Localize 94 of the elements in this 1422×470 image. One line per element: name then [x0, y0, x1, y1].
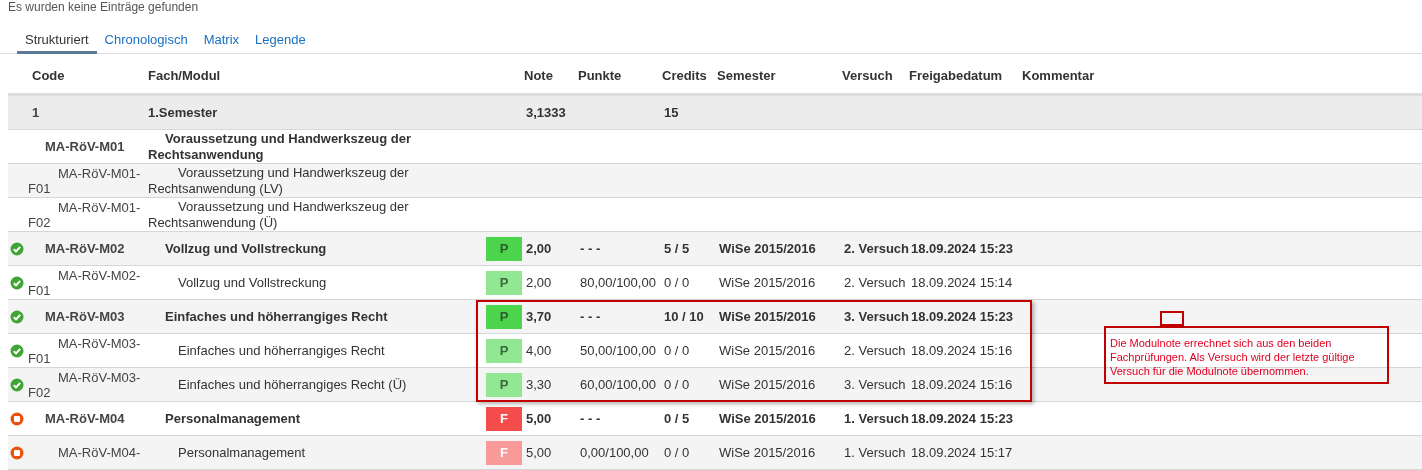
table-cell: 15 — [664, 104, 679, 120]
table-cell: 10 / 10 — [664, 308, 704, 324]
column-header: Punkte — [578, 67, 622, 83]
table-cell: 2,00 — [526, 274, 552, 290]
row-title: Voraussetzung und Handwerkszeug der Rechtsanwendung (LV) — [148, 164, 409, 196]
table-cell: WiSe 2015/2016 — [719, 376, 816, 392]
table-cell: 1. Versuch — [844, 410, 910, 426]
table-cell: 0 / 0 — [664, 342, 690, 358]
table-cell: 3. Versuch — [844, 308, 910, 324]
row-code: MA-RöV-M01- — [58, 165, 141, 181]
column-header: Versuch — [842, 67, 893, 83]
table-cell: 18.09.2024 15:23 — [911, 308, 1013, 324]
row-title: Einfaches und höherrangiges Recht (Ü) — [178, 376, 407, 392]
table-cell: 3,30 — [526, 376, 552, 392]
row-code: MA-RöV-M03- — [58, 369, 141, 385]
column-header: Note — [524, 67, 553, 83]
table-cell: 5,00 — [526, 410, 552, 426]
grade-badge: F — [486, 406, 522, 431]
table-cell: 2,00 — [526, 240, 552, 256]
table-cell: 18.09.2024 15:23 — [911, 240, 1013, 256]
row-title: Einfaches und höherrangiges Recht — [178, 342, 385, 358]
column-header: Semester — [717, 67, 776, 83]
table-cell: 4,00 — [526, 342, 552, 358]
tab[interactable]: Legende — [247, 28, 314, 54]
grade-badge: P — [486, 270, 522, 295]
column-header: Freigabedatum — [909, 67, 1003, 83]
table-cell: - - - — [580, 410, 601, 426]
table-cell: 80,00/100,00 — [580, 274, 656, 290]
semester-number: 1 — [32, 103, 41, 122]
row-title: Vollzug und Vollstreckung — [165, 240, 327, 256]
grade-badge: P — [486, 338, 522, 363]
grade-badge: P — [486, 304, 522, 329]
grade-badge: F — [486, 440, 522, 465]
row-code: MA-RöV-M01 — [45, 138, 125, 154]
row-title: Vollzug und Vollstreckung — [178, 274, 327, 290]
table-cell: WiSe 2015/2016 — [719, 274, 816, 290]
row-code: MA-RöV-M02- — [58, 267, 141, 283]
column-header: Kommentar — [1022, 67, 1095, 83]
tab[interactable]: Matrix — [195, 28, 248, 54]
table-cell: 0,00/100,00 — [580, 444, 649, 460]
table-cell: WiSe 2015/2016 — [719, 444, 816, 460]
table-cell: 18.09.2024 15:17 — [911, 444, 1013, 460]
anchor-marker — [1160, 311, 1184, 326]
table-cell: 3,1333 — [526, 104, 566, 120]
table-cell: 60,00/100,00 — [580, 376, 656, 392]
column-header: Fach/Modul — [148, 67, 221, 83]
table-cell: 3. Versuch — [844, 376, 906, 392]
table-cell: 1. Versuch — [844, 444, 906, 460]
row-code-suffix: F02 — [28, 384, 51, 400]
column-header: Code — [32, 67, 65, 83]
row-title: 1.Semester — [148, 104, 218, 120]
row-title: Voraussetzung und Handwerkszeug der Rechtsanwendung (Ü) — [148, 198, 409, 230]
table-cell: 50,00/100,00 — [580, 342, 656, 358]
table-cell: 5,00 — [526, 444, 552, 460]
table-cell: 5 / 5 — [664, 240, 690, 256]
table-cell: 18.09.2024 15:16 — [911, 342, 1013, 358]
table-cell: WiSe 2015/2016 — [719, 240, 816, 256]
row-title: Voraussetzung und Handwerkszeug der Rechtsanwendung — [148, 130, 412, 162]
table-cell: 2. Versuch — [844, 240, 910, 256]
table-cell: 18.09.2024 15:23 — [911, 410, 1013, 426]
row-code: MA-RöV-M03 — [45, 308, 125, 324]
row-code-suffix: F01 — [28, 180, 51, 196]
row-code: MA-RöV-M02 — [45, 240, 125, 256]
annotation-note: Die Modulnote errechnet sich aus den beiden Fachprüfungen. Als Versuch wird der letzte gültige Versuch für die Modulnote übernommen. — [1104, 326, 1389, 384]
table-cell: WiSe 2015/2016 — [719, 410, 816, 426]
table-cell: 0 / 0 — [664, 274, 690, 290]
row-code: MA-RöV-M04- — [58, 445, 141, 460]
grade-badge: P — [486, 372, 522, 397]
grade-badge: P — [486, 236, 522, 261]
table-cell: - - - — [580, 240, 601, 256]
row-code-suffix: F01 — [28, 282, 51, 298]
tab[interactable]: Chronologisch — [96, 28, 196, 54]
row-code: MA-RöV-M03- — [58, 335, 141, 351]
table-cell: 18.09.2024 15:16 — [911, 376, 1013, 392]
row-title: Einfaches und höherrangiges Recht — [165, 308, 388, 324]
table-cell: 0 / 0 — [664, 376, 690, 392]
table-cell: 2. Versuch — [844, 274, 906, 290]
table-cell: 18.09.2024 15:14 — [911, 274, 1013, 290]
table-cell: 0 / 5 — [664, 410, 690, 426]
table-cell: WiSe 2015/2016 — [719, 308, 816, 324]
tab[interactable]: Strukturiert — [17, 28, 97, 54]
row-code-suffix: F01 — [28, 350, 51, 366]
row-title: Personalmanagement — [178, 444, 306, 460]
table-cell: 3,70 — [526, 308, 552, 324]
table-cell: - - - — [580, 308, 601, 324]
column-header: Credits — [662, 67, 707, 83]
table-cell: 2. Versuch — [844, 342, 906, 358]
row-code: MA-RöV-M04 — [45, 410, 125, 426]
row-code: MA-RöV-M01- — [58, 199, 141, 215]
table-cell: 0 / 0 — [664, 444, 690, 460]
table-cell: WiSe 2015/2016 — [719, 342, 816, 358]
empty-message: Es wurden keine Einträge gefunden — [8, 0, 199, 14]
row-title: Personalmanagement — [165, 410, 301, 426]
row-code-suffix: F02 — [28, 214, 51, 230]
